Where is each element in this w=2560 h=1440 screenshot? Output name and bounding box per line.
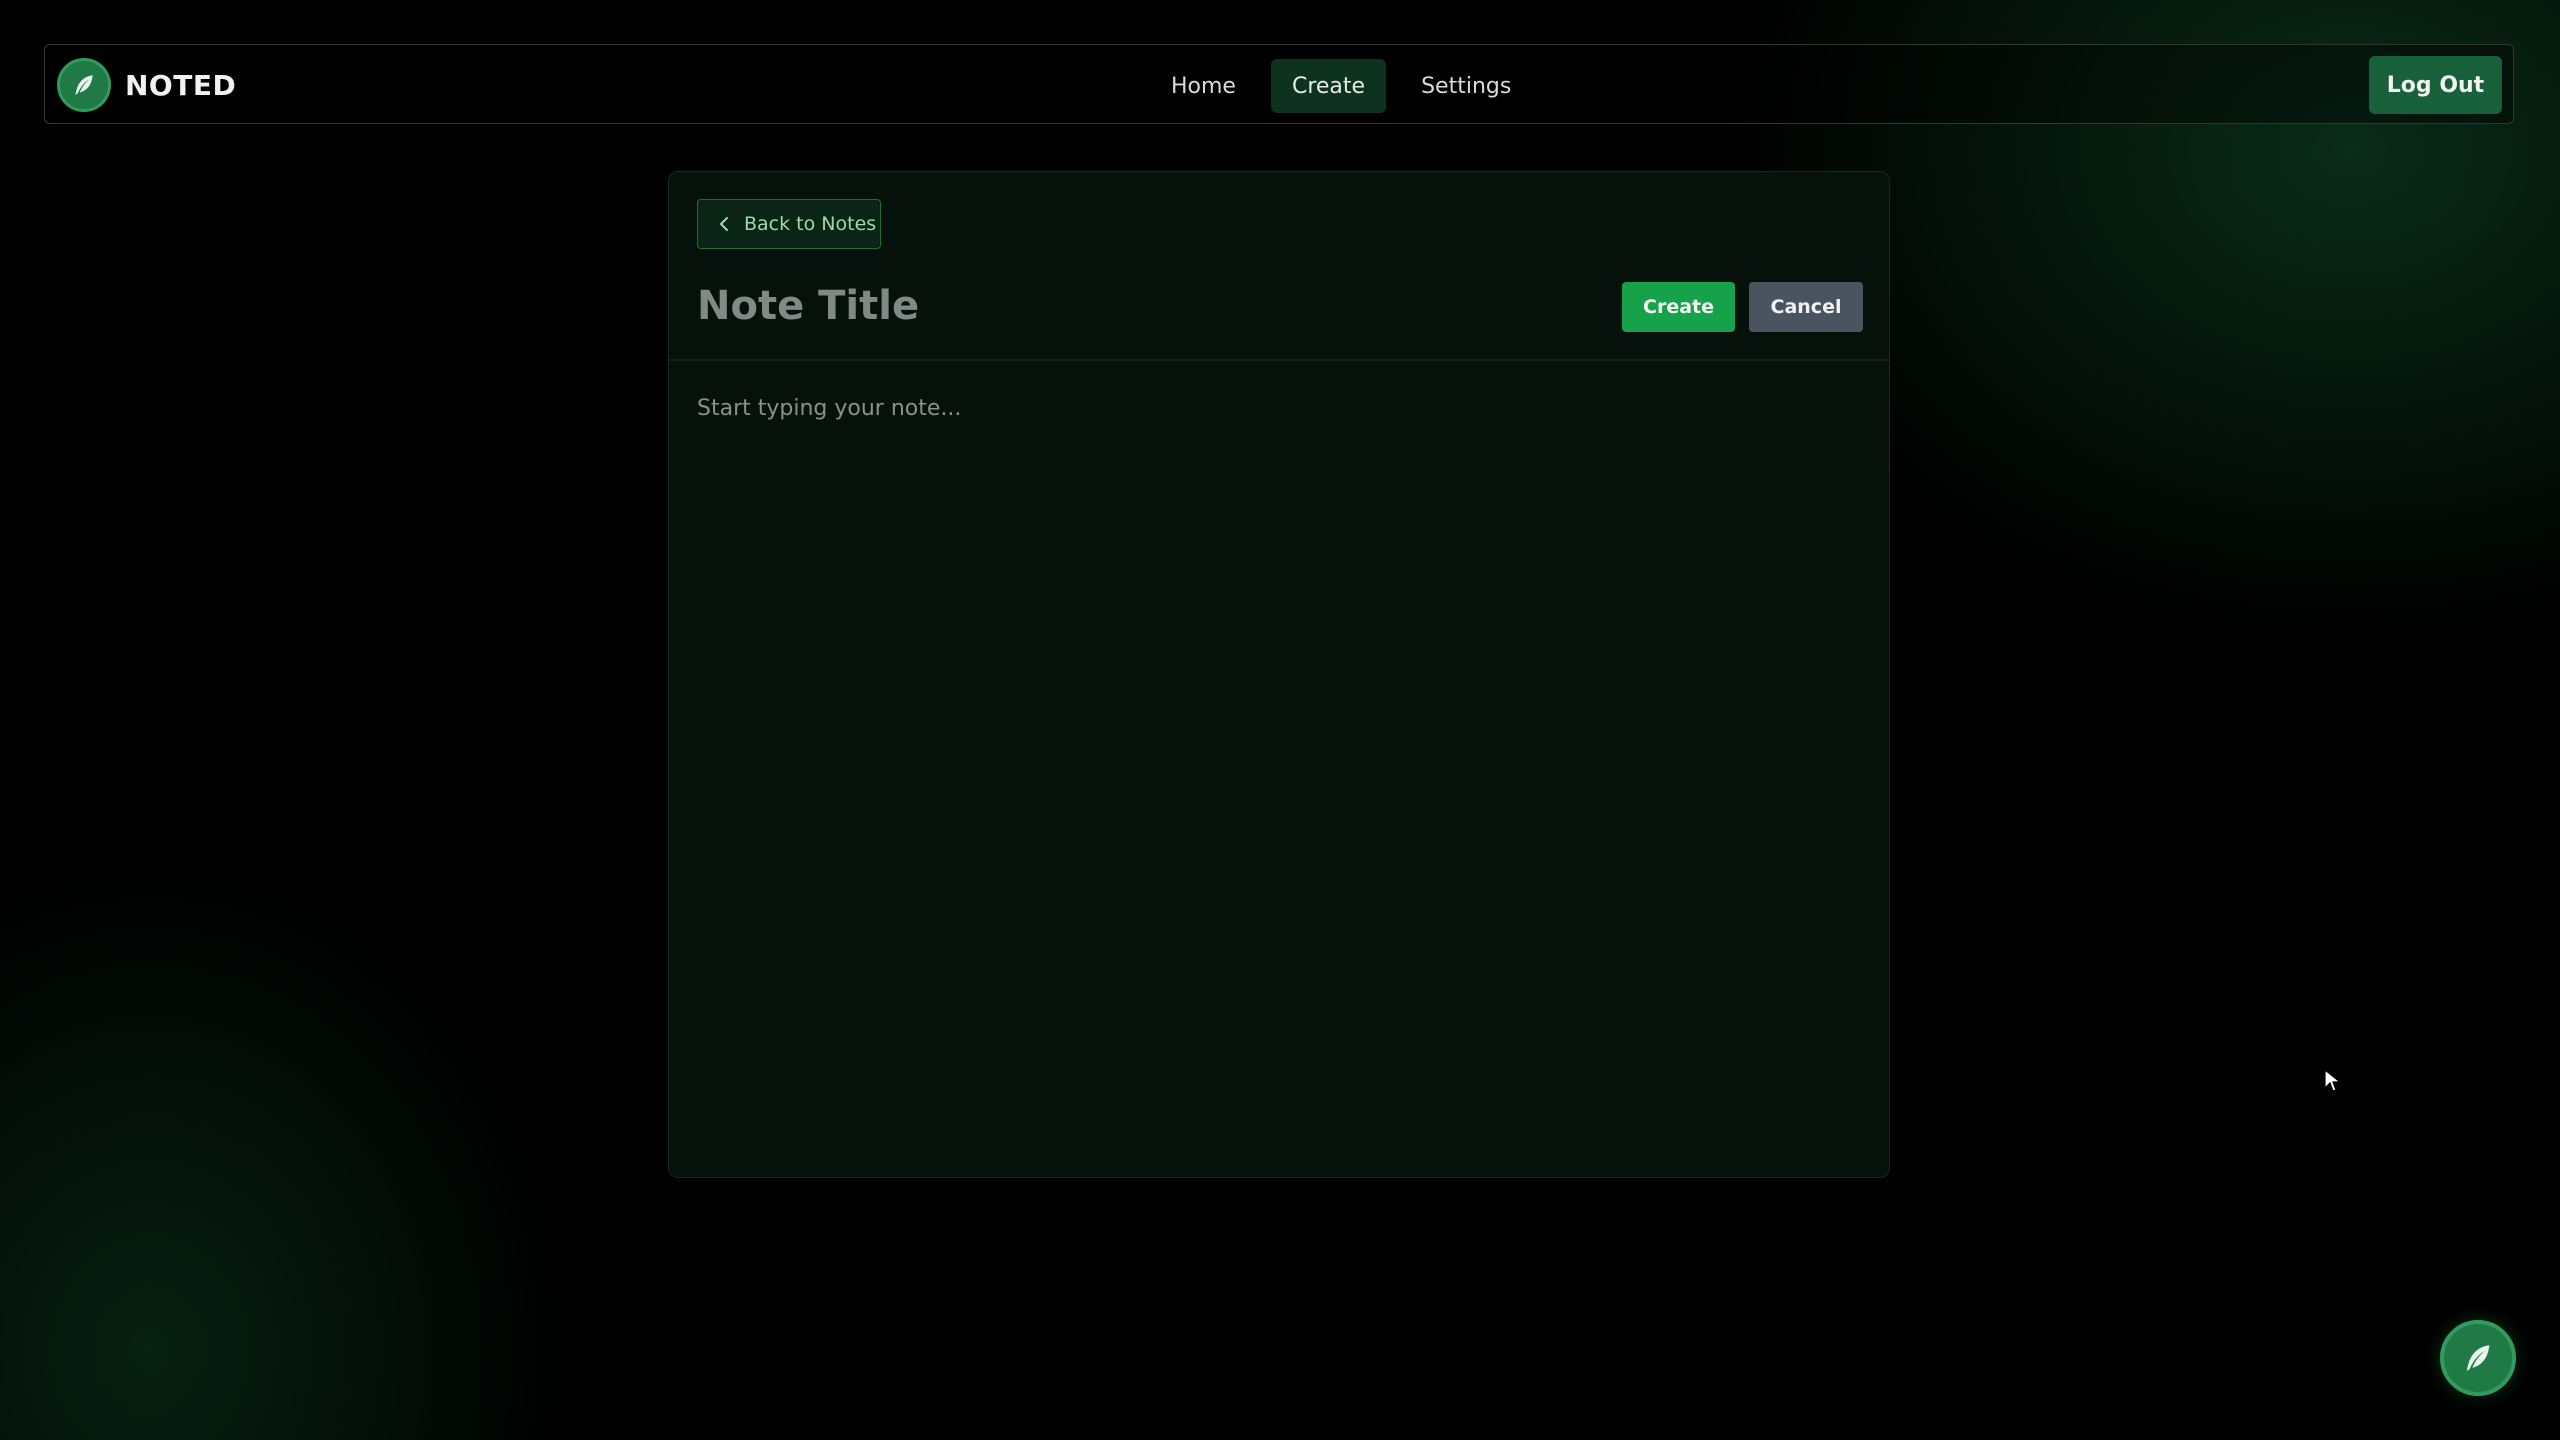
brand-name: NOTED (125, 68, 237, 102)
feather-icon (2461, 1341, 2495, 1375)
back-to-notes-button[interactable]: Back to Notes (697, 199, 881, 249)
editor-divider (669, 359, 1889, 361)
nav-item-home[interactable]: Home (1150, 59, 1257, 113)
top-navbar: NOTED Home Create Settings Log Out (44, 44, 2514, 124)
back-to-notes-label: Back to Notes (744, 213, 877, 235)
nav-item-create[interactable]: Create (1270, 59, 1387, 113)
note-editor-card: Back to Notes Create Cancel (668, 171, 1890, 1178)
nav-item-settings[interactable]: Settings (1400, 59, 1532, 113)
note-body-textarea[interactable] (697, 392, 1861, 1152)
new-note-fab[interactable] (2440, 1320, 2516, 1396)
nav-links: Home Create Settings (1150, 59, 1532, 113)
mouse-cursor-icon (2324, 1068, 2342, 1097)
brand[interactable]: NOTED (57, 58, 236, 112)
feather-icon (57, 58, 111, 112)
chevron-left-icon (718, 216, 730, 232)
cancel-button[interactable]: Cancel (1749, 282, 1863, 332)
create-button[interactable]: Create (1622, 282, 1735, 332)
note-title-input[interactable] (697, 276, 1557, 336)
logout-button[interactable]: Log Out (2369, 56, 2502, 114)
